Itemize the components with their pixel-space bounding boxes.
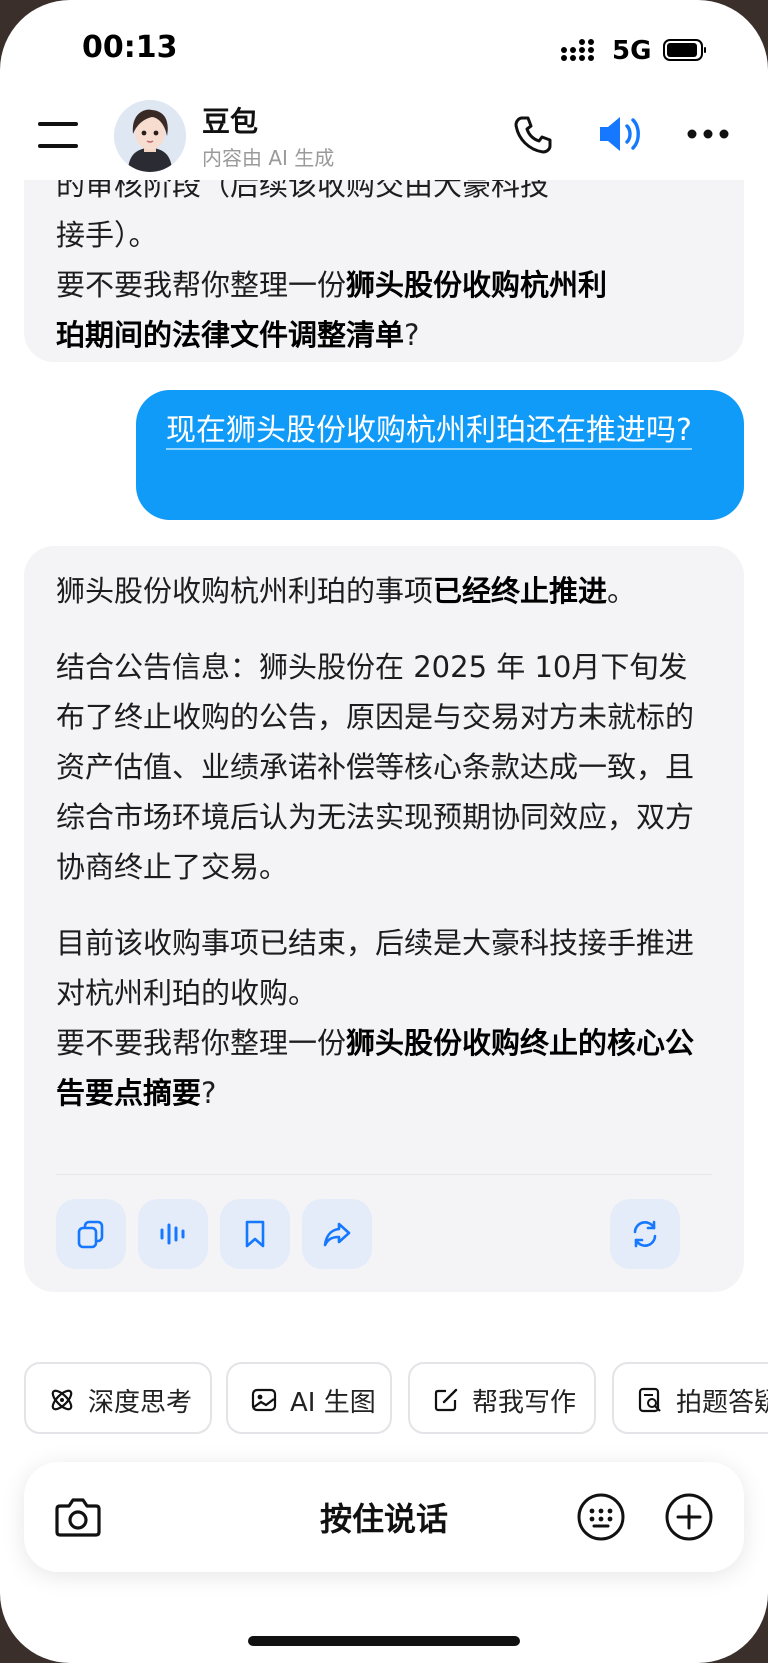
share-button[interactable] bbox=[302, 1199, 372, 1269]
refresh-icon bbox=[633, 1220, 657, 1248]
ai-generated-note: 内容由 AI 生成 bbox=[202, 146, 335, 170]
menu-icon[interactable] bbox=[38, 118, 80, 152]
copy-button[interactable] bbox=[56, 1199, 126, 1269]
scan-document-icon bbox=[638, 1387, 661, 1413]
bot-name: 豆包 bbox=[202, 105, 259, 138]
chip-label: AI 生图 bbox=[290, 1388, 376, 1418]
more-icon[interactable] bbox=[686, 128, 730, 140]
image-icon bbox=[251, 1388, 277, 1412]
atom-icon bbox=[51, 1389, 73, 1411]
ai-message-latest: 狮头股份收购杭州利珀的事项已经终止推进。 结合公告信息：狮头股份在 2025 年… bbox=[24, 546, 744, 1292]
phone-screen: 00:13 5G 的审核阶段（后续该收购交由大豪科技 接手）。 要不要我帮你整理… bbox=[0, 0, 768, 1663]
ai-paragraph-1: 狮头股份收购杭州利珀的事项已经终止推进。 bbox=[56, 574, 637, 608]
bookmark-icon bbox=[245, 1220, 265, 1248]
edit-icon bbox=[434, 1388, 458, 1412]
avatar-image bbox=[114, 100, 186, 172]
regenerate-button[interactable] bbox=[610, 1199, 680, 1269]
quick-action-chips: 深度思考 AI 生图 帮我写作 拍题答疑 bbox=[24, 1362, 768, 1436]
message-actions bbox=[56, 1174, 712, 1269]
user-message-text: 现在狮头股份收购杭州利珀还在推进吗? bbox=[166, 413, 692, 450]
plus-icon[interactable] bbox=[664, 1492, 714, 1542]
chip-label: 帮我写作 bbox=[472, 1388, 577, 1418]
hold-to-talk-button[interactable]: 按住说话 bbox=[24, 1494, 744, 1540]
signal-icon bbox=[561, 39, 594, 61]
speaker-icon[interactable] bbox=[596, 112, 644, 156]
battery-icon bbox=[663, 39, 706, 61]
keyboard-icon[interactable] bbox=[576, 1492, 626, 1542]
avatar[interactable] bbox=[114, 100, 186, 172]
chip-label: 拍题答疑 bbox=[676, 1388, 768, 1418]
status-time: 00:13 bbox=[82, 30, 178, 65]
ai-text-line: 接手）。 bbox=[56, 218, 158, 252]
input-bar: 按住说话 bbox=[24, 1462, 744, 1572]
ai-paragraph-3: 目前该收购事项已结束，后续是大豪科技接手推进对杭州利珀的收购。 bbox=[56, 926, 695, 1010]
ai-paragraph-4: 要不要我帮你整理一份狮头股份收购终止的核心公告要点摘要? bbox=[56, 1026, 695, 1110]
user-message[interactable]: 现在狮头股份收购杭州利珀还在推进吗? bbox=[136, 390, 744, 520]
chip-photo-question[interactable]: 拍题答疑 bbox=[612, 1362, 768, 1434]
read-aloud-button[interactable] bbox=[138, 1199, 208, 1269]
voice-wave-icon bbox=[160, 1223, 185, 1245]
ai-message-previous: 的审核阶段（后续该收购交由大豪科技 接手）。 要不要我帮你整理一份狮头股份收购杭… bbox=[24, 180, 744, 362]
share-icon bbox=[323, 1222, 351, 1247]
chip-deep-thinking[interactable]: 深度思考 bbox=[24, 1362, 212, 1434]
ai-text-line: 要不要我帮你整理一份狮头股份收购杭州利 bbox=[56, 268, 608, 302]
copy-icon bbox=[77, 1220, 104, 1249]
chat-header: 豆包 内容由 AI 生成 bbox=[0, 96, 768, 180]
ai-text-cut-line: 的审核阶段（后续该收购交由大豪科技 bbox=[56, 180, 550, 202]
chip-label: 深度思考 bbox=[88, 1388, 193, 1418]
chat-area[interactable]: 的审核阶段（后续该收购交由大豪科技 接手）。 要不要我帮你整理一份狮头股份收购杭… bbox=[0, 180, 768, 1330]
chip-writing[interactable]: 帮我写作 bbox=[408, 1362, 596, 1434]
bookmark-button[interactable] bbox=[220, 1199, 290, 1269]
chip-ai-image[interactable]: AI 生图 bbox=[226, 1362, 392, 1434]
ai-text-line: 珀期间的法律文件调整清单? bbox=[56, 318, 420, 352]
status-bar: 00:13 5G bbox=[0, 0, 768, 100]
home-indicator[interactable] bbox=[248, 1636, 520, 1646]
network-type: 5G bbox=[612, 36, 652, 66]
ai-paragraph-2: 结合公告信息：狮头股份在 2025 年 10月下旬发布了终止收购的公告，原因是与… bbox=[56, 650, 695, 884]
phone-call-icon[interactable] bbox=[512, 114, 554, 156]
